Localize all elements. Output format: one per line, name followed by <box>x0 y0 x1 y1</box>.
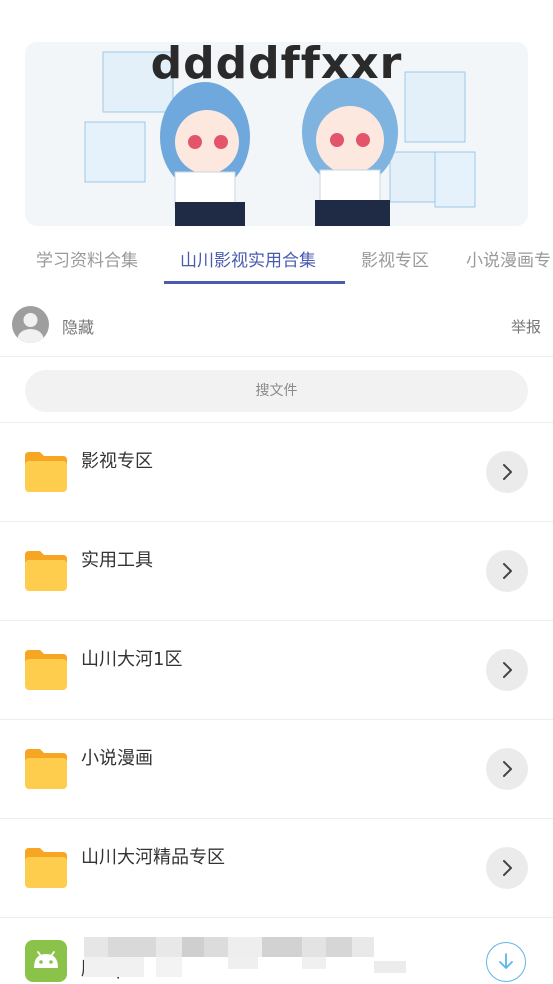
list-item[interactable]: 影视专区 <box>0 423 553 522</box>
active-tab-indicator <box>164 281 345 284</box>
folder-icon <box>25 749 67 789</box>
list-item[interactable]: 山川大河精品专区 <box>0 819 553 918</box>
chevron-right-icon <box>503 860 512 876</box>
folder-name: 实用工具 <box>81 550 153 571</box>
file-list: 影视专区 实用工具 山川大河1区 小说漫画 山川大河精品专区 <box>0 423 553 918</box>
list-item[interactable]: 小说漫画 <box>0 720 553 819</box>
folder-icon <box>25 848 67 888</box>
folder-icon <box>25 452 67 492</box>
folder-name: 小说漫画 <box>81 748 153 769</box>
tab-novel-comic[interactable]: 小说漫画专 <box>466 246 551 271</box>
owner-name[interactable]: 隐藏 <box>62 314 94 338</box>
search-input[interactable]: 搜文件 <box>25 370 528 412</box>
chevron-right-icon <box>503 761 512 777</box>
banner-image: ddddffxxr <box>25 42 528 226</box>
banner-title: ddddffxxr <box>150 42 403 89</box>
open-folder-button[interactable] <box>486 451 528 493</box>
folder-icon <box>25 551 67 591</box>
owner-row: 隐藏 举报 <box>0 292 553 357</box>
folder-icon <box>25 650 67 690</box>
folder-name: 山川大河精品专区 <box>81 847 225 868</box>
apk-list-item[interactable]: 版.apk <box>0 915 553 984</box>
tab-shanchuan-collection[interactable]: 山川影视实用合集 <box>180 246 316 271</box>
open-folder-button[interactable] <box>486 649 528 691</box>
open-folder-button[interactable] <box>486 748 528 790</box>
download-button[interactable] <box>486 942 526 982</box>
chevron-right-icon <box>503 662 512 678</box>
redaction-mosaic <box>84 937 406 977</box>
category-tabs: 学习资料合集 山川影视实用合集 影视专区 小说漫画专 <box>0 232 553 284</box>
folder-name: 山川大河1区 <box>81 649 183 670</box>
chevron-right-icon <box>503 563 512 579</box>
list-item[interactable]: 实用工具 <box>0 522 553 621</box>
user-avatar-icon[interactable] <box>12 306 49 343</box>
chevron-right-icon <box>503 464 512 480</box>
tab-study-materials[interactable]: 学习资料合集 <box>36 246 138 271</box>
download-icon <box>499 953 513 969</box>
folder-name: 影视专区 <box>81 451 153 472</box>
list-item[interactable]: 山川大河1区 <box>0 621 553 720</box>
report-link[interactable]: 举报 <box>511 316 541 337</box>
open-folder-button[interactable] <box>486 550 528 592</box>
android-icon <box>25 940 67 982</box>
tab-video-zone[interactable]: 影视专区 <box>361 246 429 271</box>
open-folder-button[interactable] <box>486 847 528 889</box>
